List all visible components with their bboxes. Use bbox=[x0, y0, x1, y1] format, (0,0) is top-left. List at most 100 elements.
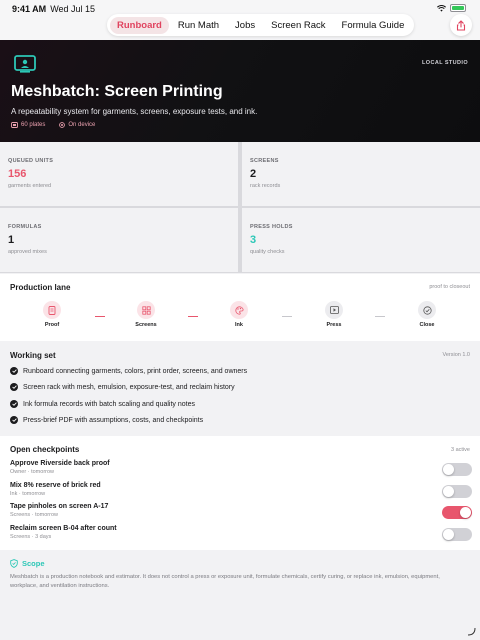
top-bar: 9:41 AM Wed Jul 15 Runboard Run Math Jobs… bbox=[0, 0, 480, 40]
hero-title: Meshbatch: Screen Printing bbox=[11, 83, 223, 100]
screen-user-icon bbox=[14, 55, 36, 73]
checkpoint-row: Mix 8% reserve of brick red Ink · tomorr… bbox=[10, 482, 472, 502]
checkpoint-name: Reclaim screen B-04 after count bbox=[10, 525, 117, 532]
document-icon bbox=[43, 301, 61, 319]
working-set-title: Working set bbox=[10, 351, 56, 360]
check-circle-icon bbox=[10, 383, 18, 391]
plates-icon bbox=[11, 122, 18, 128]
list-item: Screen rack with mesh, emulsion, exposur… bbox=[10, 383, 235, 391]
checkpoint-name: Mix 8% reserve of brick red bbox=[10, 482, 101, 489]
share-icon bbox=[456, 19, 466, 31]
checkmark-icon bbox=[418, 301, 436, 319]
check-circle-icon bbox=[10, 367, 18, 375]
hero-badge: LOCAL STUDIO bbox=[422, 60, 468, 66]
checkpoint-row: Reclaim screen B-04 after count Screens … bbox=[10, 525, 472, 545]
checkpoint-row: Tape pinholes on screen A-17 Screens · t… bbox=[10, 503, 472, 523]
stat-note: approved mixes bbox=[8, 249, 47, 255]
device-label: On device bbox=[68, 122, 96, 128]
checkpoint-name: Tape pinholes on screen A-17 bbox=[10, 503, 109, 510]
lane-title: Production lane bbox=[10, 283, 71, 292]
checkpoint-meta: Screens · 3 days bbox=[10, 534, 52, 540]
lane-connector bbox=[375, 316, 385, 317]
checkpoint-row: Approve Riverside back proof Owner · tom… bbox=[10, 460, 472, 480]
scope-text: Meshbatch is a production notebook and e… bbox=[10, 574, 440, 589]
stat-value: 3 bbox=[250, 234, 257, 246]
share-button[interactable] bbox=[450, 14, 472, 36]
check-circle-icon bbox=[10, 416, 18, 424]
play-icon bbox=[325, 301, 343, 319]
checkpoint-name: Approve Riverside back proof bbox=[10, 460, 110, 467]
shield-icon bbox=[10, 559, 18, 568]
tab-formula-guide[interactable]: Formula Guide bbox=[335, 17, 412, 34]
tab-run-math[interactable]: Run Math bbox=[171, 17, 226, 34]
lane-connector bbox=[188, 316, 198, 317]
checkpoint-meta: Ink · tomorrow bbox=[10, 491, 46, 497]
list-item: Press-brief PDF with assumptions, costs,… bbox=[10, 416, 203, 424]
list-item: Ink formula records with batch scaling a… bbox=[10, 400, 195, 408]
checkpoint-toggle[interactable] bbox=[442, 506, 472, 519]
scope-section: Scope Meshbatch is a production notebook… bbox=[0, 551, 480, 640]
lane-step-proof[interactable]: Proof bbox=[32, 301, 72, 328]
step-label: Screens bbox=[135, 322, 157, 328]
step-label: Proof bbox=[44, 322, 60, 328]
stat-label: PRESS HOLDS bbox=[250, 224, 293, 230]
stats-grid: QUEUED UNITS 156 garments entered SCREEN… bbox=[0, 142, 480, 273]
scope-heading: Scope bbox=[10, 559, 45, 568]
hero-meta: 60 plates On device bbox=[11, 122, 95, 128]
scope-title: Scope bbox=[22, 559, 45, 568]
checkpoint-meta: Screens · tomorrow bbox=[10, 512, 58, 518]
tab-runboard[interactable]: Runboard bbox=[110, 16, 169, 34]
lane-caption: proof to closeout bbox=[429, 284, 470, 290]
lane-step-press[interactable]: Press bbox=[314, 301, 354, 328]
check-circle-icon bbox=[10, 400, 18, 408]
palette-icon bbox=[230, 301, 248, 319]
stat-formulas: FORMULAS 1 approved mixes bbox=[0, 208, 238, 272]
list-item: Runboard connecting garments, colors, pr… bbox=[10, 367, 247, 375]
list-item-text: Runboard connecting garments, colors, pr… bbox=[23, 367, 248, 375]
stat-note: rack records bbox=[250, 183, 281, 189]
version-label: Version 1.0 bbox=[442, 352, 470, 358]
grid-icon bbox=[137, 301, 155, 319]
stat-label: SCREENS bbox=[250, 158, 279, 164]
plates-meta: 60 plates bbox=[11, 122, 45, 128]
status-indicators bbox=[437, 4, 466, 12]
checkpoints-title: Open checkpoints bbox=[10, 445, 80, 454]
tab-screen-rack[interactable]: Screen Rack bbox=[264, 17, 332, 34]
stat-queued-units: QUEUED UNITS 156 garments entered bbox=[0, 142, 238, 206]
status-time: 9:41 AM Wed Jul 15 bbox=[12, 4, 95, 14]
stat-label: FORMULAS bbox=[8, 224, 42, 230]
stat-screens: SCREENS 2 rack records bbox=[242, 142, 480, 206]
checkpoints-count: 3 active bbox=[451, 447, 470, 453]
segmented-tabs: Runboard Run Math Jobs Screen Rack Formu… bbox=[107, 14, 415, 36]
plates-count: 60 plates bbox=[21, 122, 46, 128]
tab-jobs[interactable]: Jobs bbox=[228, 17, 262, 34]
open-checkpoints: Open checkpoints 3 active Approve Rivers… bbox=[0, 436, 480, 550]
lane-step-ink[interactable]: Ink bbox=[219, 301, 259, 328]
checkpoint-toggle[interactable] bbox=[442, 463, 472, 476]
stat-press-holds: PRESS HOLDS 3 quality checks bbox=[242, 208, 480, 272]
checkpoint-toggle[interactable] bbox=[442, 485, 472, 498]
status-date: Wed Jul 15 bbox=[50, 4, 96, 14]
list-item-text: Ink formula records with batch scaling a… bbox=[23, 400, 195, 408]
checkpoint-toggle[interactable] bbox=[442, 528, 472, 541]
lane-step-close[interactable]: Close bbox=[407, 301, 447, 328]
wifi-icon bbox=[437, 4, 446, 12]
step-label: Close bbox=[419, 322, 435, 328]
working-set: Working set Version 1.0 Runboard connect… bbox=[0, 341, 480, 435]
step-label: Press bbox=[326, 322, 342, 328]
step-label: Ink bbox=[235, 322, 243, 328]
status-clock: 9:41 AM bbox=[12, 4, 47, 14]
stat-note: quality checks bbox=[250, 249, 285, 255]
battery-icon bbox=[450, 4, 466, 12]
checkpoint-meta: Owner · tomorrow bbox=[10, 469, 55, 475]
lane-connector bbox=[282, 316, 292, 317]
resize-handle-icon[interactable] bbox=[466, 626, 476, 636]
stat-value: 1 bbox=[8, 234, 15, 246]
device-meta: On device bbox=[59, 122, 95, 128]
lane-step-screens[interactable]: Screens bbox=[126, 301, 166, 328]
stat-value: 156 bbox=[8, 168, 27, 180]
list-item-text: Screen rack with mesh, emulsion, exposur… bbox=[23, 383, 235, 391]
hero-subtitle: A repeatability system for garments, scr… bbox=[11, 107, 258, 116]
lane-connector bbox=[95, 316, 105, 317]
stat-value: 2 bbox=[250, 168, 257, 180]
